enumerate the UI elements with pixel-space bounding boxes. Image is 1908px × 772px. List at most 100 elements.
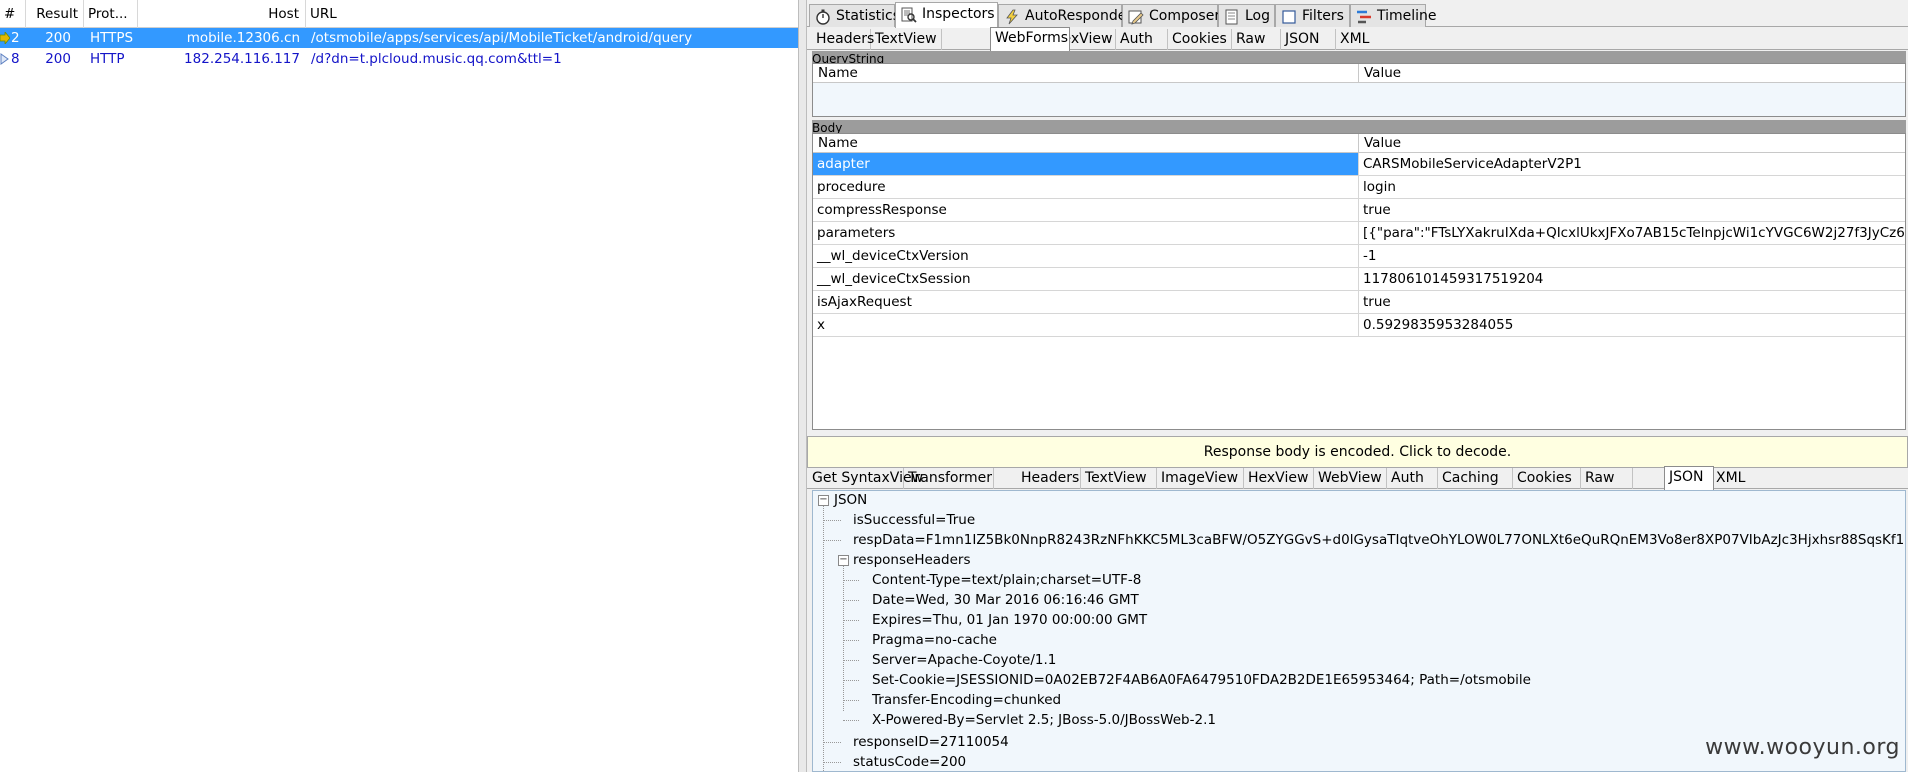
sessions-panel: # Result Prot... Host URL 2 200 HTTPS mo… <box>0 0 798 772</box>
req-tab-json[interactable]: JSON <box>1281 29 1336 50</box>
resp-tab-caching[interactable]: Caching <box>1438 468 1513 489</box>
tab-log-label: Log <box>1245 8 1271 24</box>
querystring-value-header[interactable]: Value <box>1360 64 1401 83</box>
log-icon <box>1225 9 1238 25</box>
resp-tab-auth[interactable]: Auth <box>1387 468 1438 489</box>
json-header-item[interactable]: Set-Cookie=JSESSIONID=0A02EB72F4AB6A0FA6… <box>872 671 1531 689</box>
tab-composer[interactable]: Composer <box>1122 4 1221 27</box>
col-header-num[interactable]: # <box>0 0 26 28</box>
body-grid-header: Name Value <box>813 134 1905 153</box>
resp-tab-hexview[interactable]: HexView <box>1244 468 1314 489</box>
json-node-statuscode[interactable]: statusCode=200 <box>853 753 966 771</box>
resp-tab-imageview[interactable]: ImageView <box>1157 468 1244 489</box>
session-row[interactable]: 2 200 HTTPS mobile.12306.cn /otsmobile/a… <box>0 28 798 48</box>
tab-timeline-label: Timeline <box>1377 8 1437 24</box>
resp-tab-headers[interactable]: Headers <box>1017 468 1081 489</box>
json-header-item[interactable]: Date=Wed, 30 Mar 2016 06:16:46 GMT <box>872 591 1139 609</box>
tree-connector <box>843 660 859 661</box>
json-header-item[interactable]: Transfer-Encoding=chunked <box>872 691 1061 709</box>
body-row-value: true <box>1363 202 1391 218</box>
tab-filters[interactable]: Filters <box>1275 4 1350 27</box>
response-tab-strip: Get SyntaxView Transformer Headers TextV… <box>807 466 1908 490</box>
body-grid[interactable]: Name Value adapter CARSMobileServiceAdap… <box>812 133 1906 430</box>
tree-connector <box>823 520 841 521</box>
col-header-protocol[interactable]: Prot... <box>84 0 138 28</box>
tree-connector <box>843 620 859 621</box>
json-header-item[interactable]: Pragma=no-cache <box>872 631 997 649</box>
inspect-icon <box>901 7 917 23</box>
json-node-issuccessful[interactable]: isSuccessful=True <box>853 511 975 529</box>
req-tab-webforms[interactable]: WebForms <box>990 27 1070 51</box>
req-tab-textview[interactable]: TextView <box>871 29 942 50</box>
col-header-url[interactable]: URL <box>306 0 798 28</box>
json-node-responseid[interactable]: responseID=27110054 <box>853 733 1009 751</box>
body-row-value: 117806101459317519204 <box>1363 271 1544 287</box>
session-num: 2 <box>11 30 20 46</box>
tab-autoresponder[interactable]: AutoResponder <box>998 4 1132 27</box>
tab-composer-label: Composer <box>1149 8 1221 24</box>
session-host: 182.254.116.117 <box>184 51 300 67</box>
body-row-parameters[interactable]: parameters [{"para":"FTsLYXakruIXda+QIcx… <box>813 222 1905 245</box>
body-name-header[interactable]: Name <box>813 134 1359 153</box>
inspector-panel: Statistics Inspectors AutoResponder Comp… <box>807 0 1908 772</box>
body-value-header[interactable]: Value <box>1360 134 1401 153</box>
body-row-procedure[interactable]: procedure login <box>813 176 1905 199</box>
req-tab-headers[interactable]: Headers <box>812 29 874 50</box>
tab-timeline[interactable]: Timeline <box>1350 4 1437 27</box>
json-tree-view[interactable]: − JSON isSuccessful=True respData=F1mn1I… <box>812 490 1906 772</box>
body-row-devicectxversion[interactable]: __wl_deviceCtxVersion -1 <box>813 245 1905 268</box>
main-tab-strip: Statistics Inspectors AutoResponder Comp… <box>807 2 1908 28</box>
tree-connector <box>843 563 844 711</box>
resp-tab-transformer[interactable]: Transformer <box>904 468 994 489</box>
json-node-respdata[interactable]: respData=F1mn1IZ5Bk0NnpR8243RzNFhKKC5ML3… <box>853 531 1903 549</box>
body-row-name: procedure <box>813 176 1359 198</box>
resp-tab-webview[interactable]: WebView <box>1314 468 1387 489</box>
tab-inspectors[interactable]: Inspectors <box>895 2 998 28</box>
tab-log[interactable]: Log <box>1218 4 1275 27</box>
body-row-name: adapter <box>813 153 1359 175</box>
querystring-grid[interactable]: Name Value <box>812 63 1906 117</box>
json-header-item[interactable]: X-Powered-By=Servlet 2.5; JBoss-5.0/JBos… <box>872 711 1216 729</box>
timeline-icon <box>1357 10 1371 24</box>
col-header-host[interactable]: Host <box>138 0 306 28</box>
body-row-compressresponse[interactable]: compressResponse true <box>813 199 1905 222</box>
resp-tab-json[interactable]: JSON <box>1664 466 1714 490</box>
resp-tab-get-syntaxview[interactable]: Get SyntaxView <box>808 468 923 489</box>
json-root-node[interactable]: JSON <box>834 491 867 509</box>
json-node-responseheaders[interactable]: responseHeaders <box>853 551 971 569</box>
body-row-x[interactable]: x 0.5929835953284055 <box>813 314 1905 337</box>
body-row-devicectxsession[interactable]: __wl_deviceCtxSession 117806101459317519… <box>813 268 1905 291</box>
req-tab-raw[interactable]: Raw <box>1232 29 1281 50</box>
resp-tab-textview[interactable]: TextView <box>1081 468 1157 489</box>
collapse-toggle-icon[interactable]: − <box>838 555 849 566</box>
pencil-icon <box>1128 10 1144 25</box>
panel-splitter[interactable] <box>798 0 807 772</box>
resp-tab-raw[interactable]: Raw <box>1581 468 1633 489</box>
req-tab-auth[interactable]: Auth <box>1116 29 1168 50</box>
body-row-adapter[interactable]: adapter CARSMobileServiceAdapterV2P1 <box>813 153 1905 176</box>
session-host: mobile.12306.cn <box>186 30 300 46</box>
body-row-isajaxrequest[interactable]: isAjaxRequest true <box>813 291 1905 314</box>
tab-statistics[interactable]: Statistics <box>809 4 900 27</box>
session-protocol: HTTPS <box>90 30 134 46</box>
collapse-toggle-icon[interactable]: − <box>818 495 829 506</box>
session-row[interactable]: 8 200 HTTP 182.254.116.117 /d?dn=t.plclo… <box>0 49 798 69</box>
json-header-item[interactable]: Expires=Thu, 01 Jan 1970 00:00:00 GMT <box>872 611 1147 629</box>
resp-tab-xml[interactable]: XML <box>1712 468 1760 489</box>
json-header-item[interactable]: Content-Type=text/plain;charset=UTF-8 <box>872 571 1141 589</box>
querystring-name-header[interactable]: Name <box>813 64 1359 83</box>
body-row-name: isAjaxRequest <box>813 291 1359 313</box>
tree-connector <box>843 600 859 601</box>
tree-connector <box>823 762 841 763</box>
col-header-result[interactable]: Result <box>26 0 84 28</box>
decode-notice-bar[interactable]: Response body is encoded. Click to decod… <box>807 436 1908 468</box>
session-result: 200 <box>45 30 71 46</box>
req-tab-cookies[interactable]: Cookies <box>1168 29 1232 50</box>
tab-autoresponder-label: AutoResponder <box>1025 8 1133 24</box>
json-header-item[interactable]: Server=Apache-Coyote/1.1 <box>872 651 1056 669</box>
lightning-icon <box>1006 9 1018 25</box>
tree-connector <box>843 700 859 701</box>
req-tab-xml[interactable]: XML <box>1336 29 1384 50</box>
body-row-value: [{"para":"FTsLYXakruIXda+QIcxlUkxJFXo7AB… <box>1363 225 1905 241</box>
resp-tab-cookies[interactable]: Cookies <box>1513 468 1581 489</box>
